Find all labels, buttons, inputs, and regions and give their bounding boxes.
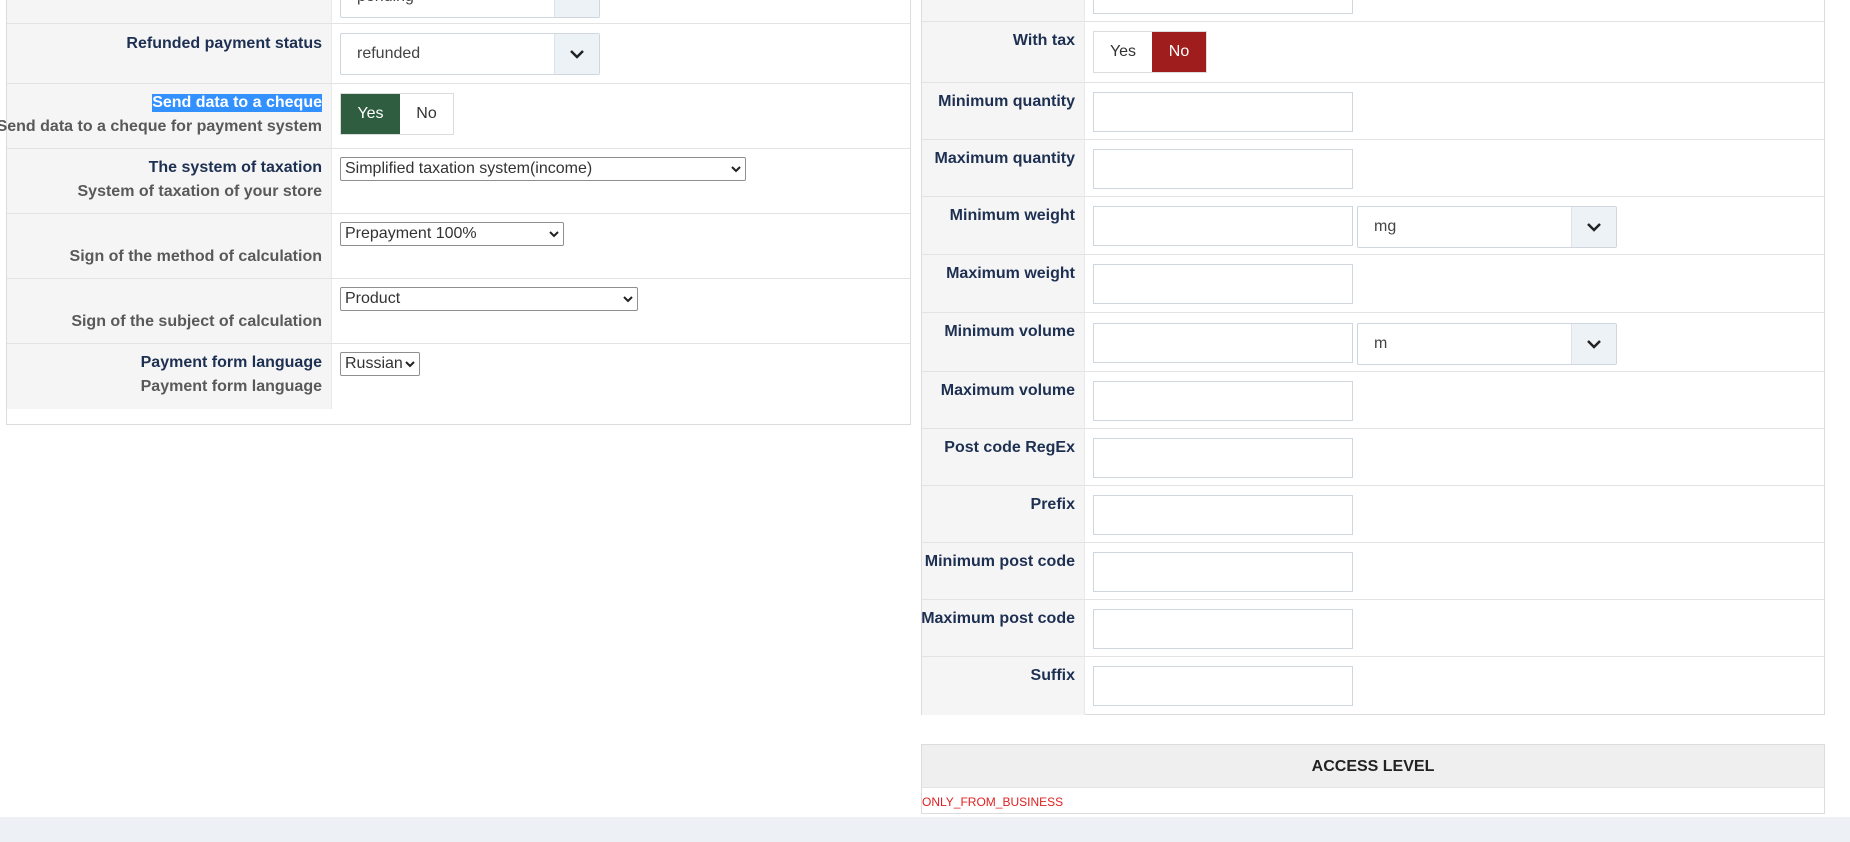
send-cheque-no-button[interactable]: No	[400, 94, 453, 134]
payment-settings-panel: pending Refunded payment status refunded…	[0, 0, 911, 425]
shipping-restrictions-panel: With tax Yes No Minimum quantity Maximum…	[921, 0, 1825, 715]
row-max-weight: Maximum weight	[922, 255, 1824, 313]
min-weight-input[interactable]	[1093, 206, 1353, 246]
with-tax-no-button[interactable]: No	[1152, 32, 1206, 72]
suffix-label: Suffix	[1030, 667, 1075, 684]
row-postcode-regex: Post code RegEx	[922, 429, 1824, 486]
with-tax-yes-button[interactable]: Yes	[1094, 32, 1152, 72]
row-prefix: Prefix	[922, 486, 1824, 543]
min-postcode-label: Minimum post code	[924, 553, 1075, 570]
top-partial-input[interactable]	[1093, 0, 1353, 14]
row-with-tax: With tax Yes No	[922, 22, 1824, 83]
min-quantity-input[interactable]	[1093, 92, 1353, 132]
chevron-down-icon	[1587, 223, 1601, 232]
page-footer-band	[0, 817, 1850, 842]
language-desc: Payment form language	[140, 378, 322, 395]
row-max-postcode: Maximum post code	[921, 600, 1824, 657]
send-cheque-label: Send data to a cheque	[152, 94, 322, 112]
row-max-quantity: Maximum quantity	[922, 140, 1824, 197]
min-volume-unit-select[interactable]: m	[1357, 323, 1617, 365]
taxation-select[interactable]: Simplified taxation system(income)	[340, 157, 746, 181]
min-weight-label: Minimum weight	[949, 207, 1075, 224]
row-max-volume: Maximum volume	[922, 372, 1824, 429]
row-pending-status: pending	[7, 0, 910, 24]
max-quantity-label: Maximum quantity	[934, 150, 1075, 167]
row-subject-calc: Sign of the subject of calculation Produ…	[7, 279, 910, 344]
row-send-cheque: Send data to a cheque Send data to a che…	[0, 84, 910, 149]
access-level-title: ACCESS LEVEL	[922, 745, 1824, 788]
refunded-status-label: Refunded payment status	[126, 35, 322, 52]
max-quantity-input[interactable]	[1093, 149, 1353, 189]
chevron-down-icon	[570, 50, 584, 59]
send-cheque-yes-button[interactable]: Yes	[341, 94, 400, 134]
row-min-postcode: Minimum post code	[922, 543, 1824, 600]
max-weight-label: Maximum weight	[946, 265, 1075, 282]
postcode-regex-label: Post code RegEx	[944, 439, 1075, 456]
row-top-partial	[922, 0, 1824, 22]
row-refunded-status: Refunded payment status refunded	[7, 24, 910, 84]
method-calc-desc: Sign of the method of calculation	[69, 248, 322, 265]
prefix-input[interactable]	[1093, 495, 1353, 535]
prefix-label: Prefix	[1030, 496, 1075, 513]
min-postcode-input[interactable]	[1093, 552, 1353, 592]
row-taxation: The system of taxation System of taxatio…	[7, 149, 910, 214]
access-level-note: ONLY_FROM_BUSINESS	[922, 795, 1064, 809]
language-select[interactable]: Russian	[340, 352, 420, 376]
max-postcode-input[interactable]	[1093, 609, 1353, 649]
language-label: Payment form language	[140, 354, 322, 371]
send-cheque-toggle: Yes No	[340, 93, 454, 135]
min-weight-unit-select[interactable]: mg	[1357, 206, 1617, 248]
max-weight-input[interactable]	[1093, 264, 1353, 304]
row-min-weight: Minimum weight mg	[922, 197, 1824, 255]
chevron-down-icon	[731, 166, 741, 173]
suffix-input[interactable]	[1093, 666, 1353, 706]
postcode-regex-input[interactable]	[1093, 438, 1353, 478]
send-cheque-desc: Send data to a cheque for payment system	[0, 118, 322, 135]
access-level-panel: ACCESS LEVEL ONLY_FROM_BUSINESS	[921, 744, 1825, 814]
pending-status-select[interactable]: pending	[340, 0, 600, 18]
with-tax-label: With tax	[1012, 32, 1075, 49]
chevron-down-icon	[405, 361, 415, 368]
max-volume-label: Maximum volume	[940, 382, 1075, 399]
min-volume-label: Minimum volume	[944, 323, 1075, 340]
with-tax-toggle: Yes No	[1093, 31, 1207, 73]
chevron-down-icon	[623, 296, 633, 303]
max-volume-input[interactable]	[1093, 381, 1353, 421]
chevron-down-icon	[549, 231, 559, 238]
chevron-down-icon	[1587, 340, 1601, 349]
method-calc-select[interactable]: Prepayment 100%	[340, 222, 564, 246]
taxation-label: The system of taxation	[148, 159, 322, 176]
row-method-calc: Sign of the method of calculation Prepay…	[7, 214, 910, 279]
row-suffix: Suffix	[922, 657, 1824, 715]
min-quantity-label: Minimum quantity	[938, 93, 1075, 110]
max-postcode-label: Maximum post code	[921, 610, 1075, 627]
refunded-status-select[interactable]: refunded	[340, 33, 600, 75]
min-volume-input[interactable]	[1093, 323, 1353, 363]
subject-calc-select[interactable]: Product	[340, 287, 638, 311]
row-min-volume: Minimum volume m	[922, 313, 1824, 372]
row-min-quantity: Minimum quantity	[922, 83, 1824, 140]
row-language: Payment form language Payment form langu…	[7, 344, 910, 409]
taxation-desc: System of taxation of your store	[77, 183, 323, 200]
subject-calc-desc: Sign of the subject of calculation	[71, 313, 322, 330]
